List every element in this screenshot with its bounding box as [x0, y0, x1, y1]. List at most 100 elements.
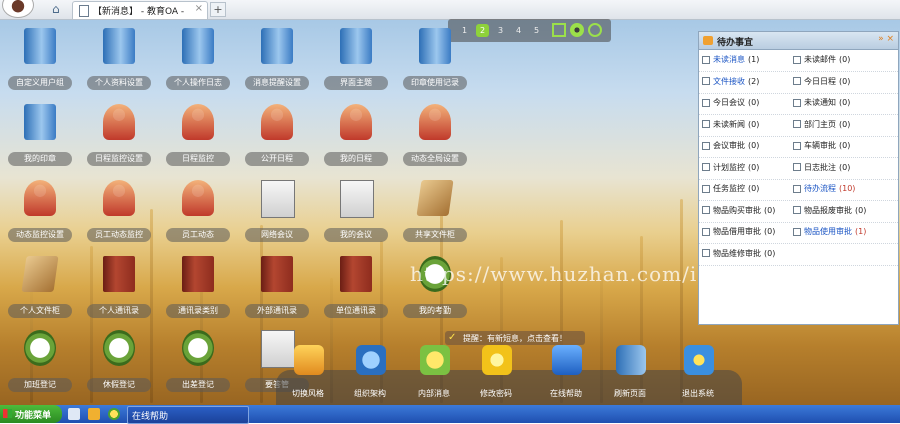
desktop-icon-label: 共享文件柜: [403, 228, 467, 242]
avatar[interactable]: [2, 0, 34, 18]
list-bullet-icon: [702, 77, 710, 85]
desktop-icon-item[interactable]: 外部通讯录: [245, 256, 309, 326]
desktop-icon-item[interactable]: 日程监控设置: [87, 104, 151, 174]
desktop-icon-item[interactable]: 我的会议: [324, 180, 388, 250]
home-icon[interactable]: ⌂: [52, 3, 66, 16]
exit-icon: [684, 345, 714, 375]
desktop-icon-item[interactable]: 印章使用记录: [403, 28, 467, 98]
list-bullet-icon: [793, 227, 801, 236]
todo-item[interactable]: 今日日程 (0): [793, 76, 850, 87]
desktop-icon-item[interactable]: 个人通讯录: [87, 256, 151, 326]
close-tab-button[interactable]: ×: [195, 3, 203, 14]
dock-item[interactable]: 内部消息: [404, 345, 464, 405]
todo-item[interactable]: 未读邮件 (0): [793, 54, 850, 65]
todo-item-name: 今日会议: [713, 98, 745, 107]
todo-item[interactable]: 今日会议 (0): [702, 97, 759, 108]
dock-item[interactable]: 修改密码: [466, 345, 526, 405]
todo-item-count: (0): [764, 205, 776, 215]
desktop-icon-item[interactable]: 单位通讯录: [324, 256, 388, 326]
todo-item[interactable]: 物品维修审批 (0): [702, 248, 775, 259]
meeting-icon: [261, 180, 295, 218]
todo-item[interactable]: 任务监控 (0): [702, 183, 759, 194]
dock-item[interactable]: 刷新页面: [600, 345, 660, 405]
todo-row: 物品购买审批 (0) 物品报废审批 (0): [699, 201, 898, 223]
desktop-icon-item[interactable]: 动态监控设置: [8, 180, 72, 250]
todo-item[interactable]: 待办流程 (10): [793, 183, 855, 194]
cabinet-icon: [21, 256, 59, 292]
desktop-icon-item[interactable]: 消息提醒设置: [245, 28, 309, 98]
desktop-icon-label: 印章使用记录: [403, 76, 467, 90]
dock-item[interactable]: 组织架构: [340, 345, 400, 405]
message-icon: [420, 345, 450, 375]
star-icon: [482, 345, 512, 375]
people-icon: [340, 104, 372, 140]
search-icon[interactable]: [588, 23, 602, 37]
folder-icon[interactable]: [88, 408, 100, 420]
todo-item[interactable]: 物品借用审批 (0): [702, 226, 775, 237]
addressbook-icon: [182, 256, 214, 292]
todo-item-count: (0): [839, 55, 851, 64]
desktop-pager: 1 2 3 4 5: [448, 19, 611, 42]
todo-item[interactable]: 计划监控 (0): [702, 162, 759, 173]
todo-item[interactable]: 文件接收 (2): [702, 76, 759, 87]
todo-item[interactable]: 物品购买审批 (0): [702, 205, 775, 216]
panel-controls[interactable]: » ×: [878, 34, 894, 44]
desktop-icon-item[interactable]: 日程监控: [166, 104, 230, 174]
desktop-icon-item[interactable]: 个人操作日志: [166, 28, 230, 98]
todo-icon: [703, 36, 713, 45]
list-bullet-icon: [702, 184, 710, 193]
desktop-icon-item[interactable]: 公开日程: [245, 104, 309, 174]
grid-icon[interactable]: [552, 23, 566, 37]
org-icon: [356, 345, 386, 375]
desktop-icon-item[interactable]: 员工动态: [166, 180, 230, 250]
notification-text[interactable]: 提醒：有新短息，点击查看！: [463, 333, 567, 344]
todo-item-name: 任务监控: [713, 184, 745, 193]
notification-bar[interactable]: ✓ 提醒：有新短息，点击查看！: [445, 331, 585, 345]
desktop-icon[interactable]: [68, 408, 80, 420]
browser-tab[interactable]: 【新消息】 - 教育OA - ×: [72, 1, 208, 19]
todo-item[interactable]: 会议审批 (0): [702, 140, 759, 151]
start-menu-button[interactable]: 功能菜单: [0, 405, 62, 423]
taskbar-help-button[interactable]: 在线帮助: [127, 406, 249, 424]
dock-item[interactable]: 退出系统: [668, 345, 728, 405]
desktop-icon-item[interactable]: 网络会议: [245, 180, 309, 250]
todo-item[interactable]: 日志批注 (0): [793, 162, 850, 173]
gear-icon[interactable]: [570, 23, 584, 37]
desktop-icon-item[interactable]: 我的印章: [8, 104, 72, 174]
desktop-icon-item[interactable]: 通讯录类别: [166, 256, 230, 326]
todo-item[interactable]: 物品报废审批 (0): [793, 205, 866, 216]
todo-item[interactable]: 物品使用审批 (1): [793, 226, 866, 237]
todo-item-name: 物品使用审批: [804, 227, 852, 236]
desktop-icon-item[interactable]: 动态全局设置: [403, 104, 467, 174]
desktop-icon-item[interactable]: 个人资料设置: [87, 28, 151, 98]
desktop-icon-item[interactable]: 自定义用户组: [8, 28, 72, 98]
todo-item[interactable]: 部门主页 (0): [793, 119, 850, 130]
desktop-icon-label: 单位通讯录: [324, 304, 388, 318]
desktop-icon-item[interactable]: 休假登记: [87, 330, 151, 400]
page-2-button[interactable]: 2: [476, 24, 489, 37]
list-bullet-icon: [702, 249, 710, 257]
todo-item-count: (0): [839, 141, 851, 150]
desktop-icon-item[interactable]: 员工动态监控: [87, 180, 151, 250]
desktop-icon-item[interactable]: 个人文件柜: [8, 256, 72, 326]
todo-item[interactable]: 未读消息 (1): [702, 54, 759, 65]
desktop-icon-item[interactable]: 共享文件柜: [403, 180, 467, 250]
desktop-icon-label: 员工动态监控: [87, 228, 151, 242]
page-4-button[interactable]: 4: [512, 24, 525, 37]
desktop-icon-item[interactable]: 界面主题: [324, 28, 388, 98]
page-3-button[interactable]: 3: [494, 24, 507, 37]
desktop-icon-item[interactable]: 我的日程: [324, 104, 388, 174]
dock-item[interactable]: 在线帮助: [536, 345, 596, 405]
todo-item[interactable]: 车辆审批 (0): [793, 140, 850, 151]
desktop-icon-item[interactable]: 加班登记: [8, 330, 72, 400]
todo-item[interactable]: 未读新闻 (0): [702, 119, 759, 130]
page-5-button[interactable]: 5: [530, 24, 543, 37]
todo-item[interactable]: 未读通知 (0): [793, 97, 850, 108]
list-bullet-icon: [702, 206, 710, 214]
dock-item[interactable]: 切换风格: [278, 345, 338, 405]
list-bullet-icon: [793, 184, 801, 193]
messenger-icon[interactable]: [108, 408, 120, 420]
new-tab-button[interactable]: +: [210, 2, 226, 17]
todo-panel-header: 待办事宜 » ×: [699, 32, 898, 50]
desktop-icon-item[interactable]: 出差登记: [166, 330, 230, 400]
